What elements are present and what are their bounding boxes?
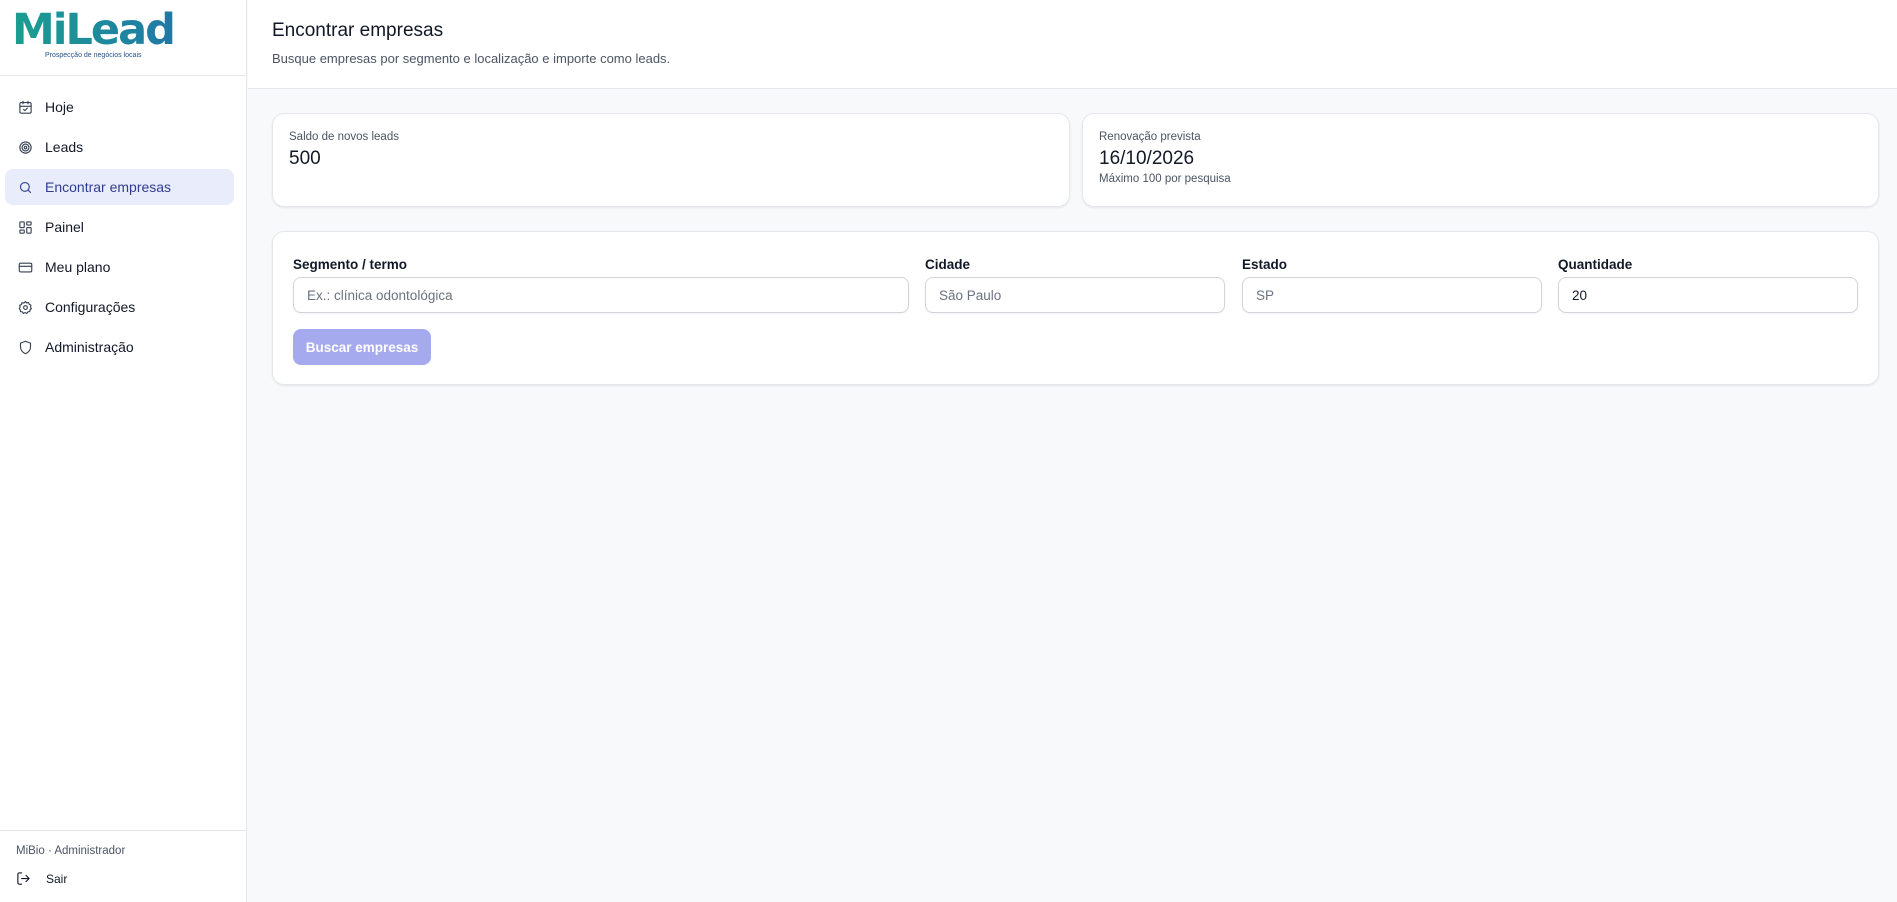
state-label: Estado <box>1242 257 1288 272</box>
gear-icon <box>16 298 34 316</box>
sidebar-nav: Hoje Leads Encontrar empresas Painel Meu… <box>0 76 246 365</box>
state-input[interactable] <box>1242 277 1542 313</box>
search-icon <box>16 178 34 196</box>
sidebar-footer: MiBio · Administrador Sair <box>0 830 247 902</box>
logout-label: Sair <box>46 871 68 886</box>
sidebar: MiLead Prospecção de negócios locais Hoj… <box>0 0 247 902</box>
city-label: Cidade <box>925 257 971 272</box>
city-field: Cidade <box>925 257 1225 313</box>
sidebar-item-configuracoes[interactable]: Configurações <box>5 289 234 325</box>
target-icon <box>16 138 34 156</box>
credit-card-icon <box>16 258 34 276</box>
search-form: Segmento / termo Cidade Estado Quantidad… <box>272 231 1879 385</box>
sidebar-item-administracao[interactable]: Administração <box>5 329 234 365</box>
logout-button[interactable]: Sair <box>16 871 247 886</box>
sidebar-item-hoje[interactable]: Hoje <box>5 89 234 125</box>
calendar-check-icon <box>16 98 34 116</box>
sidebar-item-label: Encontrar empresas <box>45 179 172 195</box>
city-input[interactable] <box>925 277 1225 313</box>
quantity-field: Quantidade <box>1558 257 1858 313</box>
sidebar-item-label: Leads <box>45 139 84 155</box>
dashboard-grid-icon <box>16 218 34 236</box>
leads-balance-label: Saldo de novos leads <box>289 131 399 143</box>
segment-input[interactable] <box>293 277 909 313</box>
quantity-label: Quantidade <box>1558 257 1633 272</box>
renewal-card: Renovação prevista 16/10/2026 Máximo 100… <box>1082 113 1879 207</box>
logo-wordmark: MiLead <box>12 9 246 52</box>
segment-label: Segmento / termo <box>293 257 408 272</box>
renewal-note: Máximo 100 por pesquisa <box>1099 173 1231 185</box>
renewal-date: 16/10/2026 <box>1099 148 1195 169</box>
leads-balance-value: 500 <box>289 148 321 169</box>
quantity-input[interactable] <box>1558 277 1858 313</box>
page-title: Encontrar empresas <box>272 20 444 41</box>
page-subtitle: Busque empresas por segmento e localizaç… <box>272 51 671 66</box>
main-content: Encontrar empresas Busque empresas por s… <box>248 0 1897 902</box>
leads-balance-card: Saldo de novos leads 500 <box>272 113 1070 207</box>
sidebar-item-label: Meu plano <box>45 259 111 275</box>
sidebar-item-encontrar-empresas[interactable]: Encontrar empresas <box>5 169 234 205</box>
shield-icon <box>16 338 34 356</box>
current-user: MiBio · Administrador <box>16 845 126 857</box>
logout-icon <box>17 872 30 885</box>
sidebar-item-painel[interactable]: Painel <box>5 209 234 245</box>
sidebar-item-meu-plano[interactable]: Meu plano <box>5 249 234 285</box>
renewal-label: Renovação prevista <box>1099 131 1201 143</box>
logo[interactable]: MiLead Prospecção de negócios locais <box>0 0 246 76</box>
sidebar-item-leads[interactable]: Leads <box>5 129 234 165</box>
state-field: Estado <box>1242 257 1542 313</box>
search-companies-button[interactable]: Buscar empresas <box>293 329 431 365</box>
sidebar-item-label: Painel <box>45 219 84 235</box>
sidebar-item-label: Administração <box>45 339 134 355</box>
sidebar-item-label: Hoje <box>45 99 74 115</box>
page-header: Encontrar empresas Busque empresas por s… <box>248 0 1897 89</box>
segment-field: Segmento / termo <box>293 257 909 313</box>
sidebar-item-label: Configurações <box>45 299 136 315</box>
stats-row: Saldo de novos leads 500 Renovação previ… <box>272 113 1879 207</box>
